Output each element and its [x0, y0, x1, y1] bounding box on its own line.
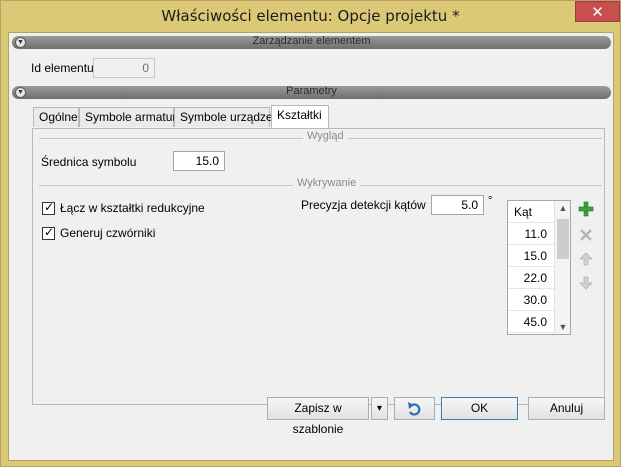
detection-group-label: Wykrywanie: [293, 177, 361, 189]
tab-label: Symbole urządzeń: [180, 110, 280, 124]
ok-button[interactable]: OK: [441, 397, 518, 420]
crosses-label[interactable]: Generuj czwórniki: [60, 226, 155, 240]
up-arrow-icon: [579, 252, 593, 266]
degree-unit: °: [488, 195, 493, 207]
tab-label: Kształtki: [277, 108, 322, 122]
scroll-down-icon[interactable]: ▼: [555, 320, 570, 334]
symbol-diameter-input[interactable]: 15.0: [173, 151, 225, 171]
element-id-label: Id elementu: [31, 61, 94, 75]
reducers-label[interactable]: Łącz w kształtki redukcyjne: [60, 201, 205, 215]
tab-device-symbols[interactable]: Symbole urządzeń: [174, 107, 279, 127]
cancel-button[interactable]: Anuluj: [528, 397, 605, 420]
x-icon: [580, 229, 592, 241]
title-bar[interactable]: Właściwości elementu: Opcje projektu * ✕: [1, 1, 620, 33]
section-header-label: Parametry: [286, 85, 337, 97]
move-down-button[interactable]: [576, 273, 596, 293]
tab-fitting-symbols[interactable]: Symbole armatury: [79, 107, 182, 127]
list-item[interactable]: 30.0: [508, 289, 554, 311]
list-item[interactable]: 11.0: [508, 223, 554, 245]
angle-list[interactable]: Kąt 11.0 15.0 22.0 30.0 45.0 ▲ ▼: [507, 200, 571, 335]
tab-label: Symbole armatury: [85, 110, 183, 124]
undo-button[interactable]: [394, 397, 435, 420]
tab-label: Ogólne: [39, 110, 78, 124]
list-item[interactable]: 15.0: [508, 245, 554, 267]
chevron-down-icon: ▾: [376, 403, 383, 414]
crosses-checkbox[interactable]: ✓: [42, 225, 55, 240]
close-icon: ✕: [591, 2, 604, 21]
window-title: Właściwości elementu: Opcje projektu *: [161, 7, 460, 25]
plus-icon: [578, 201, 594, 217]
tab-fittings[interactable]: Kształtki: [271, 105, 329, 128]
undo-icon: [407, 402, 420, 416]
list-item[interactable]: 22.0: [508, 267, 554, 289]
section-header-label: Zarządzanie elementem: [252, 35, 371, 47]
add-angle-button[interactable]: [576, 199, 596, 219]
scroll-up-icon[interactable]: ▲: [555, 201, 570, 215]
element-id-field: 0: [93, 58, 155, 78]
tab-general[interactable]: Ogólne: [33, 107, 79, 127]
list-scrollbar[interactable]: ▲ ▼: [554, 201, 570, 334]
list-item[interactable]: 45.0: [508, 311, 554, 333]
move-up-button[interactable]: [576, 249, 596, 269]
dialog-window: Właściwości elementu: Opcje projektu * ✕…: [0, 0, 621, 467]
save-as-template-button[interactable]: Zapisz w szablonie: [267, 397, 369, 436]
section-header-element[interactable]: ▼ Zarządzanie elementem: [12, 35, 611, 49]
check-icon: ✓: [44, 225, 55, 239]
save-template-dropdown-button[interactable]: ▾: [371, 397, 388, 420]
delete-angle-button[interactable]: [576, 225, 596, 245]
angle-list-header[interactable]: Kąt: [508, 201, 554, 223]
symbol-diameter-label: Średnica symbolu: [41, 155, 137, 169]
down-arrow-icon: [579, 276, 593, 290]
check-icon: ✓: [44, 200, 55, 214]
close-button[interactable]: ✕: [575, 1, 620, 22]
reducers-checkbox[interactable]: ✓: [42, 200, 55, 215]
precision-input[interactable]: 5.0: [431, 195, 484, 215]
section-header-parameters[interactable]: ▼ Parametry: [12, 85, 611, 99]
appearance-group-label: Wygląd: [303, 130, 348, 142]
scrollbar-thumb[interactable]: [557, 219, 569, 259]
precision-label: Precyzja detekcji kątów: [301, 198, 426, 212]
